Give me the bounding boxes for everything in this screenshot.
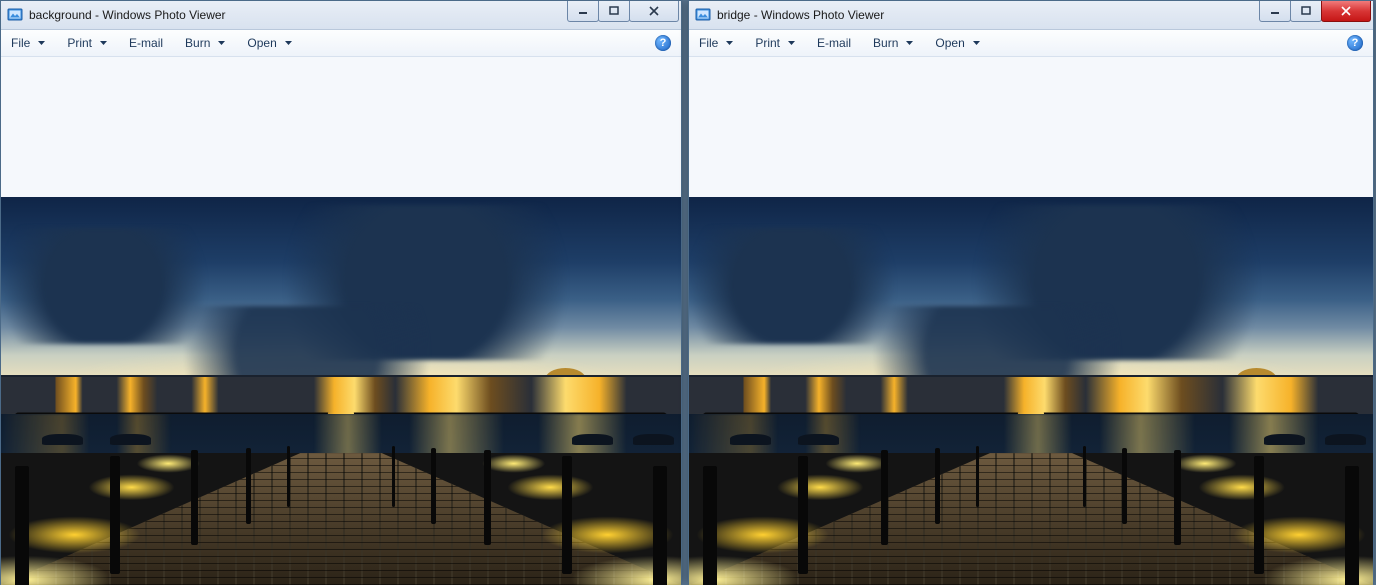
close-button[interactable] [629,1,679,22]
window-title: bridge - Windows Photo Viewer [717,8,884,22]
menu-email[interactable]: E-mail [129,36,163,50]
chevron-down-icon [218,41,225,45]
chevron-down-icon [906,41,913,45]
letterbox-top [1,57,681,197]
menu-email[interactable]: E-mail [817,36,851,50]
letterbox-top [689,57,1373,197]
chevron-down-icon [788,41,795,45]
menu-file[interactable]: File [699,36,733,50]
menu-file-label: File [11,36,30,50]
menu-print[interactable]: Print [67,36,107,50]
close-icon [1341,6,1351,16]
window-controls [1260,1,1371,21]
chevron-down-icon [100,41,107,45]
displayed-photo [689,197,1373,585]
maximize-icon [609,6,619,16]
help-icon: ? [660,37,667,49]
menu-print-label: Print [755,36,780,50]
menubar: File Print E-mail Burn Open ? [689,30,1373,57]
menu-file[interactable]: File [11,36,45,50]
close-icon [649,6,659,16]
maximize-button[interactable] [1290,1,1322,22]
menu-open-label: Open [935,36,964,50]
menu-print[interactable]: Print [755,36,795,50]
client-area [1,57,681,585]
client-area [689,57,1373,585]
menu-print-label: Print [67,36,92,50]
window-title: background - Windows Photo Viewer [29,8,226,22]
close-button[interactable] [1321,1,1371,22]
app-icon [695,7,711,23]
titlebar[interactable]: bridge - Windows Photo Viewer [689,1,1373,30]
menu-file-label: File [699,36,718,50]
minimize-button[interactable] [1259,1,1291,22]
menu-open[interactable]: Open [935,36,979,50]
menu-email-label: E-mail [129,36,163,50]
titlebar[interactable]: background - Windows Photo Viewer [1,1,681,30]
menubar: File Print E-mail Burn Open ? [1,30,681,57]
app-icon [7,7,23,23]
photo-viewer-window-left: background - Windows Photo Viewer File P… [0,0,682,584]
menu-burn-label: Burn [185,36,210,50]
displayed-photo [1,197,681,585]
menu-open[interactable]: Open [247,36,291,50]
menu-burn[interactable]: Burn [873,36,913,50]
chevron-down-icon [726,41,733,45]
window-controls [568,1,679,21]
minimize-button[interactable] [567,1,599,22]
help-button[interactable]: ? [655,35,671,51]
photo-viewer-window-right: bridge - Windows Photo Viewer File Print… [688,0,1374,584]
menu-burn-label: Burn [873,36,898,50]
help-icon: ? [1352,37,1359,49]
menu-email-label: E-mail [817,36,851,50]
maximize-button[interactable] [598,1,630,22]
chevron-down-icon [285,41,292,45]
menu-open-label: Open [247,36,276,50]
help-button[interactable]: ? [1347,35,1363,51]
chevron-down-icon [38,41,45,45]
menu-burn[interactable]: Burn [185,36,225,50]
maximize-icon [1301,6,1311,16]
minimize-icon [578,6,588,16]
minimize-icon [1270,6,1280,16]
chevron-down-icon [973,41,980,45]
